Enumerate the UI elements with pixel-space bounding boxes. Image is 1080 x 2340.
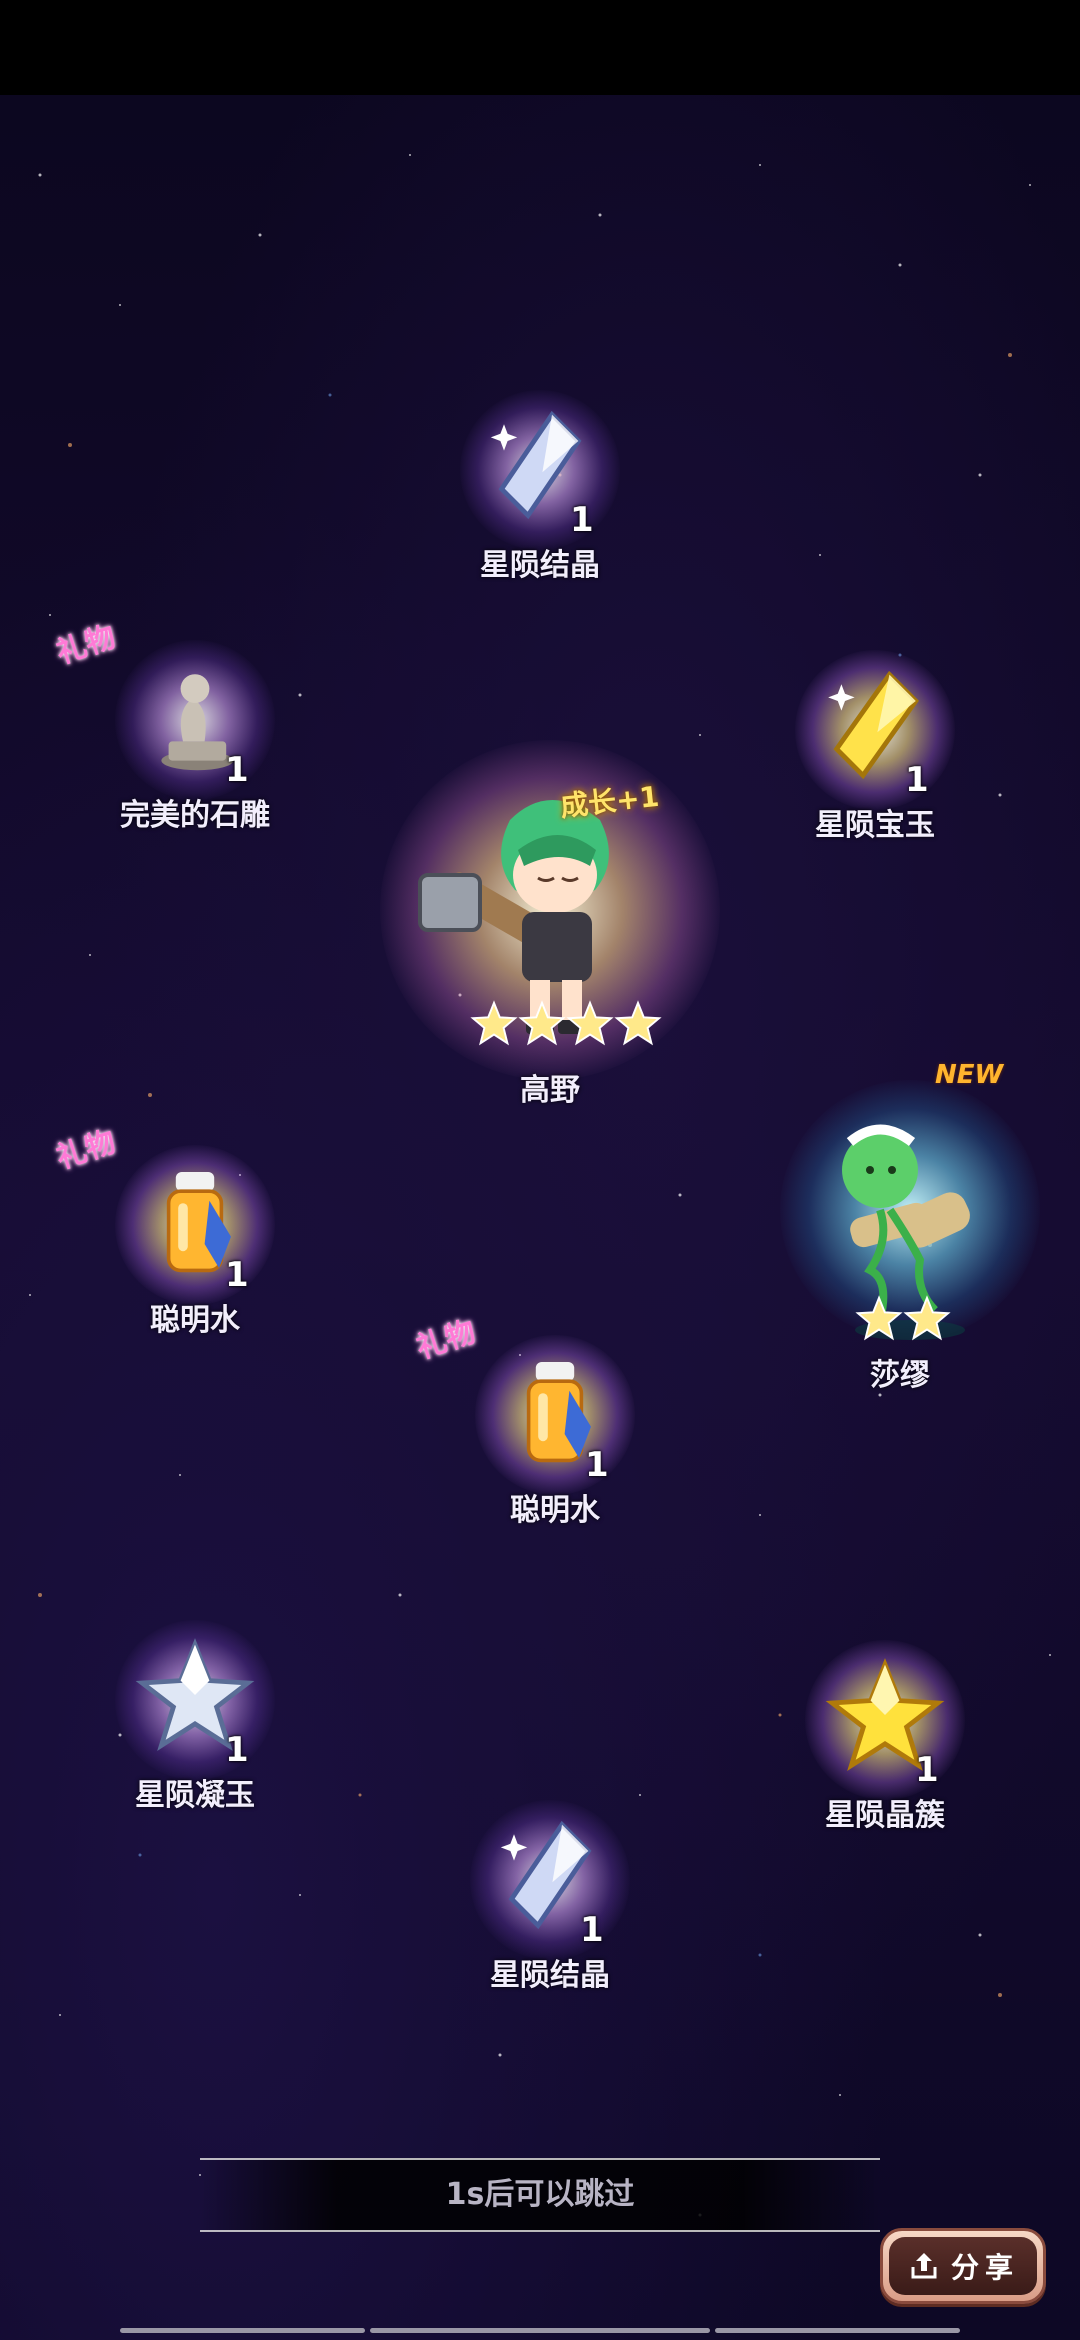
reward-item[interactable]: 1 星陨凝玉 [65,1580,325,1813]
character-name: 莎缪 [870,1358,930,1393]
item-label: 聪明水 [150,1303,240,1338]
star-icon [470,1000,518,1046]
item-count: 1 [225,1255,249,1295]
star-icon [566,1000,614,1046]
reward-item[interactable]: 1 星陨宝玉 [745,610,1005,843]
share-label: 分享 [950,2251,1019,2284]
reward-item[interactable]: 1 星陨晶簇 [755,1600,1015,1833]
reward-item[interactable]: 1 星陨结晶 [410,350,670,583]
progress-segment [370,2328,710,2333]
skip-text: 1s后可以跳过 [445,2177,635,2212]
item-label: 星陨宝玉 [815,808,935,843]
reward-item[interactable]: 礼物 1 聪明水 [412,1295,685,1528]
reward-item[interactable]: 礼物 1 完美的石雕 [52,600,325,833]
item-count: 1 [915,1750,939,1790]
item-label: 星陨结晶 [490,1958,610,1993]
share-icon [911,2253,937,2279]
item-label: 聪明水 [510,1493,600,1528]
item-count: 1 [585,1445,609,1485]
reward-item[interactable]: 1 星陨结晶 [420,1760,680,1993]
item-label: 星陨晶簇 [825,1798,945,1833]
star-icon [614,1000,662,1046]
star-icon [855,1295,903,1341]
item-count: 1 [580,1910,604,1950]
status-bar [0,0,1080,95]
character-name: 高野 [520,1073,580,1108]
item-count: 1 [225,750,249,790]
item-label: 星陨结晶 [480,548,600,583]
item-label: 星陨凝玉 [135,1778,255,1813]
skip-bar[interactable]: 1s后可以跳过 [200,2158,880,2232]
new-badge: NEW [935,1060,1004,1090]
progress-segment [120,2328,365,2333]
character-stars [855,1295,951,1343]
reward-item[interactable]: 礼物 1 聪明水 [52,1105,325,1338]
item-count: 1 [570,500,594,540]
item-count: 1 [225,1730,249,1770]
share-button[interactable]: 分享 [880,2228,1046,2304]
item-count: 1 [905,760,929,800]
star-icon [903,1295,951,1341]
item-label: 完美的石雕 [120,798,270,833]
character-card[interactable]: NEW 莎缪 [760,1040,1080,1420]
character-stars [470,1000,662,1048]
progress-segment [715,2328,960,2333]
share-button-inner: 分享 [889,2237,1037,2295]
character-card[interactable]: 成长+1 高野 [340,720,760,1120]
star-icon [518,1000,566,1046]
